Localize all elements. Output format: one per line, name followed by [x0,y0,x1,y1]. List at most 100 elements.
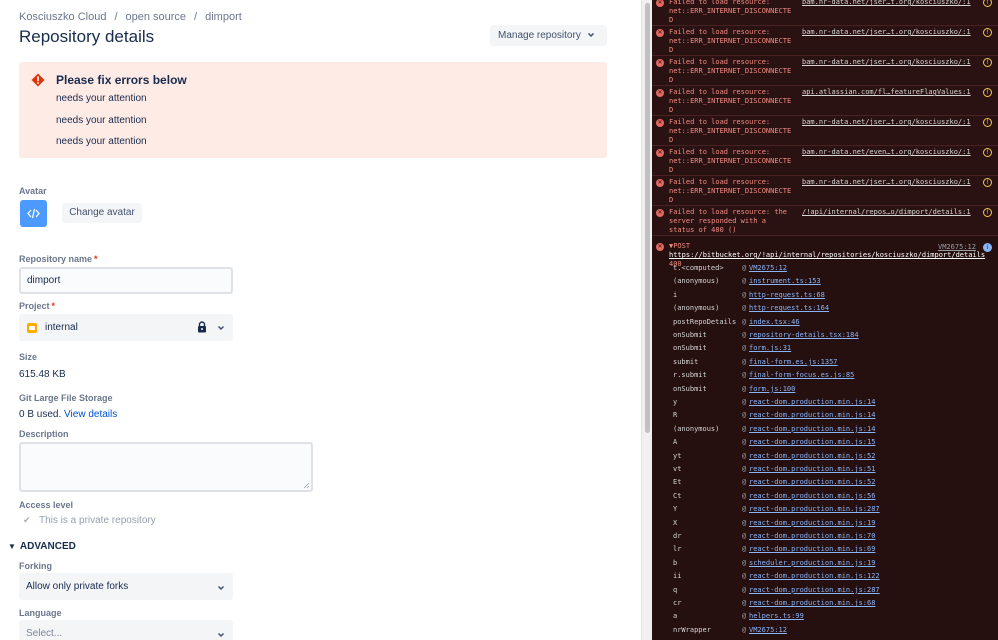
stack-function-name: vt [673,465,682,473]
stack-function-name: q [673,585,678,594]
console-source-link[interactable]: VM2675:12 [938,243,976,251]
stack-source-link[interactable]: react-dom.production.min.js:122 [749,572,880,580]
stack-source-link[interactable]: react-dom.production.min.js:287 [749,586,880,594]
stack-source-link[interactable]: react-dom.production.min.js:56 [749,492,875,500]
chevron-down-icon [587,32,595,38]
view-details-link[interactable]: View details [64,409,117,420]
console-error-row: ✕ Failed to load resource: net::ERR_INTER… [652,146,998,176]
stack-source-link[interactable]: VM2675:12 [749,264,787,272]
error-circle-icon: ✕ [656,179,664,187]
issue-badge-icon[interactable]: ! [983,208,992,217]
stack-source-link[interactable]: react-dom.production.min.js:69 [749,545,875,553]
stack-frame-row: (anonymous) @ instrument.ts:153 [652,275,998,288]
stack-source-link[interactable]: instrument.ts:153 [749,277,821,285]
console-error-row: ✕ Failed to load resource: net::ERR_INTER… [652,176,998,206]
issue-badge-icon[interactable]: ! [983,148,992,157]
resize-handle-icon[interactable] [303,482,310,489]
description-textarea[interactable] [19,442,313,492]
breadcrumb: Kosciuszko Cloud / open source / dimport [19,11,242,23]
issue-badge-icon[interactable]: ! [983,118,992,127]
breadcrumb-repository[interactable]: dimport [205,11,242,23]
chevron-down-icon [217,632,225,638]
stack-source-link[interactable]: http-request.ts:164 [749,304,829,312]
stack-source-link[interactable]: final-form.es.js:1357 [749,358,838,366]
stack-source-link[interactable]: form.js:31 [749,344,791,352]
console-source-link[interactable]: bam.nr-data.net/jser…t.org/kosciuszko/:1 [802,0,980,6]
console-error-message: Failed to load resource: net::ERR_INTERN… [669,28,792,54]
stack-frame-row: nrWrapper @ VM2675:12 [652,624,998,637]
error-message-box: Please fix errors below needs your atten… [19,62,607,158]
stack-source-link[interactable]: react-dom.production.min.js:14 [749,425,875,433]
stack-source-link[interactable]: react-dom.production.min.js:19 [749,519,875,527]
stack-function-name: R [673,411,678,420]
breadcrumb-separator: / [194,11,198,23]
stack-function-name: a [673,612,678,621]
project-select[interactable]: internal [19,314,233,341]
stack-source-link[interactable]: react-dom.production.min.js:15 [749,438,875,446]
error-circle-icon: ✕ [656,29,664,37]
stack-source-link[interactable]: repository-details.tsx:184 [749,331,859,339]
stack-function-name: (anonymous) [673,304,720,313]
console-error-row: ✕ Failed to load resource: net::ERR_INTER… [652,56,998,86]
stack-source-link[interactable]: react-dom.production.min.js:14 [749,398,875,406]
issue-badge-icon[interactable]: ! [983,88,992,97]
issue-badge-icon[interactable]: ! [983,0,992,7]
console-source-link[interactable]: bam.nr-data.net/jser…t.org/kosciuszko/:1 [802,118,980,126]
stack-source-link[interactable]: react-dom.production.min.js:68 [749,599,875,607]
stack-source-link[interactable]: scheduler.production.min.js:19 [749,559,875,567]
forking-select[interactable]: Allow only private forks [19,573,233,600]
language-select[interactable]: Select... [19,620,233,640]
console-request-error-row[interactable]: ✕ ▼POST https://bitbucket.org/!api/intern… [652,240,998,268]
stack-at-symbol: @ [742,518,747,527]
stack-source-link[interactable]: VM2675:12 [749,626,787,634]
stack-at-symbol: @ [742,411,747,420]
stack-at-symbol: @ [742,357,747,366]
stack-source-link[interactable]: react-dom.production.min.js:52 [749,452,875,460]
chevron-down-icon [217,585,225,591]
error-circle-icon: ✕ [656,0,664,7]
console-source-link[interactable]: bam.nr-data.net/jser…t.org/kosciuszko/:1 [802,178,980,186]
breadcrumb-project[interactable]: open source [126,11,187,23]
stack-at-symbol: @ [742,277,747,286]
stack-function-name: Et [673,478,682,487]
description-label: Description [19,429,69,439]
stack-source-link[interactable]: form.js:100 [749,385,795,393]
stack-source-link[interactable]: react-dom.production.min.js:287 [749,505,880,513]
error-line: needs your attention [56,115,147,126]
issue-badge-icon[interactable]: ! [983,58,992,67]
console-source-link[interactable]: bam.nr-data.net/jser…t.org/kosciuszko/:1 [802,58,980,66]
private-repository-checkbox[interactable]: ✔ This is a private repository [23,515,156,526]
request-url-link[interactable]: https://bitbucket.org/!api/internal/repo… [669,251,985,259]
repository-name-input[interactable]: dimport [19,267,233,294]
stack-source-link[interactable]: index.tsx:46 [749,318,800,326]
stack-frame-row: b @ scheduler.production.min.js:19 [652,557,998,570]
stack-function-name: lr [673,545,682,554]
stack-source-link[interactable]: helpers.ts:99 [749,612,804,620]
page-scrollbar[interactable] [641,0,652,640]
stack-source-link[interactable]: http-request.ts:68 [749,291,825,299]
forking-value: Allow only private forks [26,581,129,592]
manage-repository-button[interactable]: Manage repository [490,25,607,46]
stack-source-link[interactable]: final-form-focus.es.js:85 [749,371,854,379]
breadcrumb-workspace[interactable]: Kosciuszko Cloud [19,11,106,23]
advanced-section-toggle[interactable]: ▼ ADVANCED [8,541,76,552]
stack-frame-row: R @ react-dom.production.min.js:14 [652,409,998,422]
stack-frame-row: a @ helpers.ts:99 [652,610,998,623]
checkmark-icon: ✔ [23,515,31,525]
error-circle-icon: ✕ [656,209,664,217]
console-source-link[interactable]: /!api/internal/repos…o/dimport/details:1 [802,208,980,216]
stack-source-link[interactable]: react-dom.production.min.js:70 [749,532,875,540]
scrollbar-thumb[interactable] [645,3,650,433]
console-source-link[interactable]: bam.nr-data.net/jser…t.org/kosciuszko/:1 [802,28,980,36]
console-source-link[interactable]: api.atlassian.com/fl…featureFlagValues:1 [802,88,980,96]
stack-source-link[interactable]: react-dom.production.min.js:51 [749,465,875,473]
stack-at-symbol: @ [742,585,747,594]
issue-badge-icon[interactable]: ! [983,178,992,187]
project-value: internal [45,322,78,333]
stack-source-link[interactable]: react-dom.production.min.js:52 [749,478,875,486]
console-source-link[interactable]: bam.nr-data.net/even…t.org/kosciuszko/:1 [802,148,980,156]
stack-source-link[interactable]: react-dom.production.min.js:14 [749,411,875,419]
stack-at-symbol: @ [742,438,747,447]
change-avatar-button[interactable]: Change avatar [62,203,142,223]
issue-badge-icon[interactable]: ! [983,28,992,37]
